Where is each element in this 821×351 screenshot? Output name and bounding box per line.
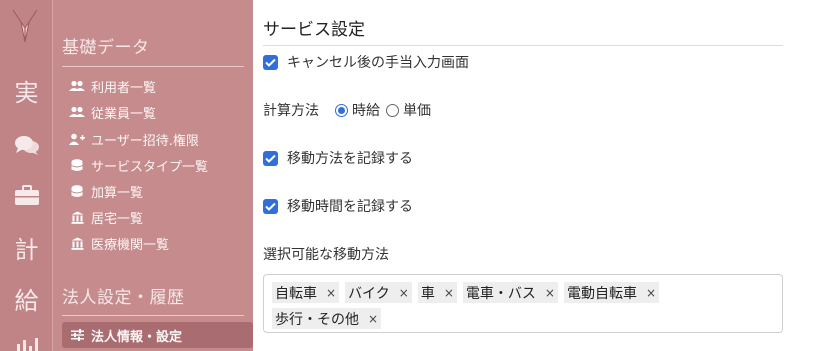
methods-label: 選択可能な移動方法	[263, 247, 389, 263]
tag-list: 自転車 × バイク × 車 × 電車・バス × 電動自転車 × 歩行・その他 ×	[272, 281, 702, 333]
tag-bicycle: 自転車 ×	[272, 282, 340, 303]
tag-label: 電動自転車	[566, 285, 637, 302]
remove-tag-icon[interactable]: ×	[368, 312, 378, 326]
sidebar: 基礎データ 利用者一覧 従業員一覧 ユーザー招待.権限 サービスタイプ一覧 加算…	[53, 0, 253, 351]
sidebar-item-invite[interactable]: ユーザー招待.権限	[69, 128, 199, 150]
check-icon[interactable]	[263, 150, 278, 166]
remove-tag-icon[interactable]: ×	[646, 286, 656, 300]
cancel-input-checkbox-row[interactable]: キャンセル後の手当入力画面	[263, 52, 469, 72]
tag-label: 歩行・その他	[275, 311, 359, 328]
briefcase-icon[interactable]	[0, 184, 53, 206]
main-content: サービス設定 キャンセル後の手当入力画面 計算方法 時給 単価 移動方法を記録す…	[263, 0, 783, 351]
page-title: サービス設定	[263, 20, 365, 40]
tag-walk-other: 歩行・その他 ×	[272, 308, 382, 329]
remove-tag-icon[interactable]: ×	[399, 286, 409, 300]
sidebar-item-label: 加算一覧	[91, 185, 144, 201]
sidebar-item-service-types[interactable]: サービスタイプ一覧	[69, 154, 208, 176]
database-icon	[69, 158, 85, 172]
user-plus-icon	[69, 132, 85, 146]
rail-item-kyu[interactable]: 給	[0, 286, 53, 316]
methods-tag-input[interactable]: 自転車 × バイク × 車 × 電車・バス × 電動自転車 × 歩行・その他 ×	[263, 274, 783, 333]
radio-hourly[interactable]	[335, 103, 348, 117]
remove-tag-icon[interactable]: ×	[326, 286, 336, 300]
sliders-icon	[69, 328, 85, 342]
building-icon	[69, 210, 85, 224]
tag-label: バイク	[348, 285, 390, 302]
sidebar-section-title: 法人設定・履歴	[62, 288, 185, 308]
calc-method-label: 計算方法	[263, 103, 319, 119]
radio-unit-price-label[interactable]: 単価	[403, 100, 431, 120]
section-divider	[62, 315, 244, 316]
tag-motorbike: バイク ×	[345, 282, 412, 303]
sidebar-item-users[interactable]: 利用者一覧	[69, 75, 156, 97]
checkbox-label: 移動時間を記録する	[287, 199, 413, 215]
checkbox-label: キャンセル後の手当入力画面	[287, 55, 469, 71]
sidebar-item-corporate-settings[interactable]: 法人情報・設定	[62, 322, 253, 348]
checkbox-label: 移動方法を記録する	[287, 151, 413, 167]
tag-label: 電車・バス	[465, 285, 536, 302]
remove-tag-icon[interactable]: ×	[545, 286, 555, 300]
users-icon	[69, 105, 85, 119]
rail-item-jitsu[interactable]: 実	[0, 78, 53, 108]
tag-train-bus: 電車・バス ×	[462, 282, 558, 303]
section-divider	[62, 66, 244, 67]
rail-item-kei[interactable]: 計	[0, 235, 53, 265]
sidebar-item-label: 医療機関一覧	[91, 237, 170, 253]
sidebar-item-medical[interactable]: 医療機関一覧	[69, 232, 169, 254]
sidebar-item-label: 法人情報・設定	[91, 329, 183, 345]
sidebar-item-homes[interactable]: 居宅一覧	[69, 206, 143, 228]
sidebar-item-label: 従業員一覧	[91, 106, 157, 122]
calc-method-row: 計算方法 時給 単価	[263, 100, 431, 120]
title-divider	[263, 45, 783, 46]
sidebar-item-label: サービスタイプ一覧	[91, 159, 209, 175]
tag-car: 車 ×	[417, 282, 457, 303]
record-time-checkbox-row[interactable]: 移動時間を記録する	[263, 196, 413, 216]
users-icon	[69, 79, 85, 93]
check-icon[interactable]	[263, 198, 278, 214]
sidebar-item-employees[interactable]: 従業員一覧	[69, 101, 156, 123]
icon-rail: 実 計 給	[0, 0, 53, 351]
sidebar-item-label: 利用者一覧	[91, 80, 157, 96]
radio-unit-price[interactable]	[386, 103, 399, 117]
record-method-checkbox-row[interactable]: 移動方法を記録する	[263, 148, 413, 168]
building-icon	[69, 236, 85, 250]
tag-label: 車	[420, 285, 435, 302]
tag-label: 自転車	[275, 285, 317, 302]
radio-hourly-label[interactable]: 時給	[352, 100, 380, 120]
bar-chart-icon[interactable]	[0, 336, 53, 351]
logo-icon[interactable]	[9, 8, 41, 44]
sidebar-item-label: ユーザー招待.権限	[91, 133, 199, 149]
tag-e-bike: 電動自転車 ×	[563, 282, 660, 303]
remove-tag-icon[interactable]: ×	[444, 286, 454, 300]
sidebar-item-label: 居宅一覧	[91, 211, 144, 227]
check-icon[interactable]	[263, 54, 278, 70]
sidebar-item-additions[interactable]: 加算一覧	[69, 180, 143, 202]
chat-icon[interactable]	[0, 134, 53, 156]
sidebar-section-title: 基礎データ	[62, 38, 150, 58]
database-icon	[69, 184, 85, 198]
